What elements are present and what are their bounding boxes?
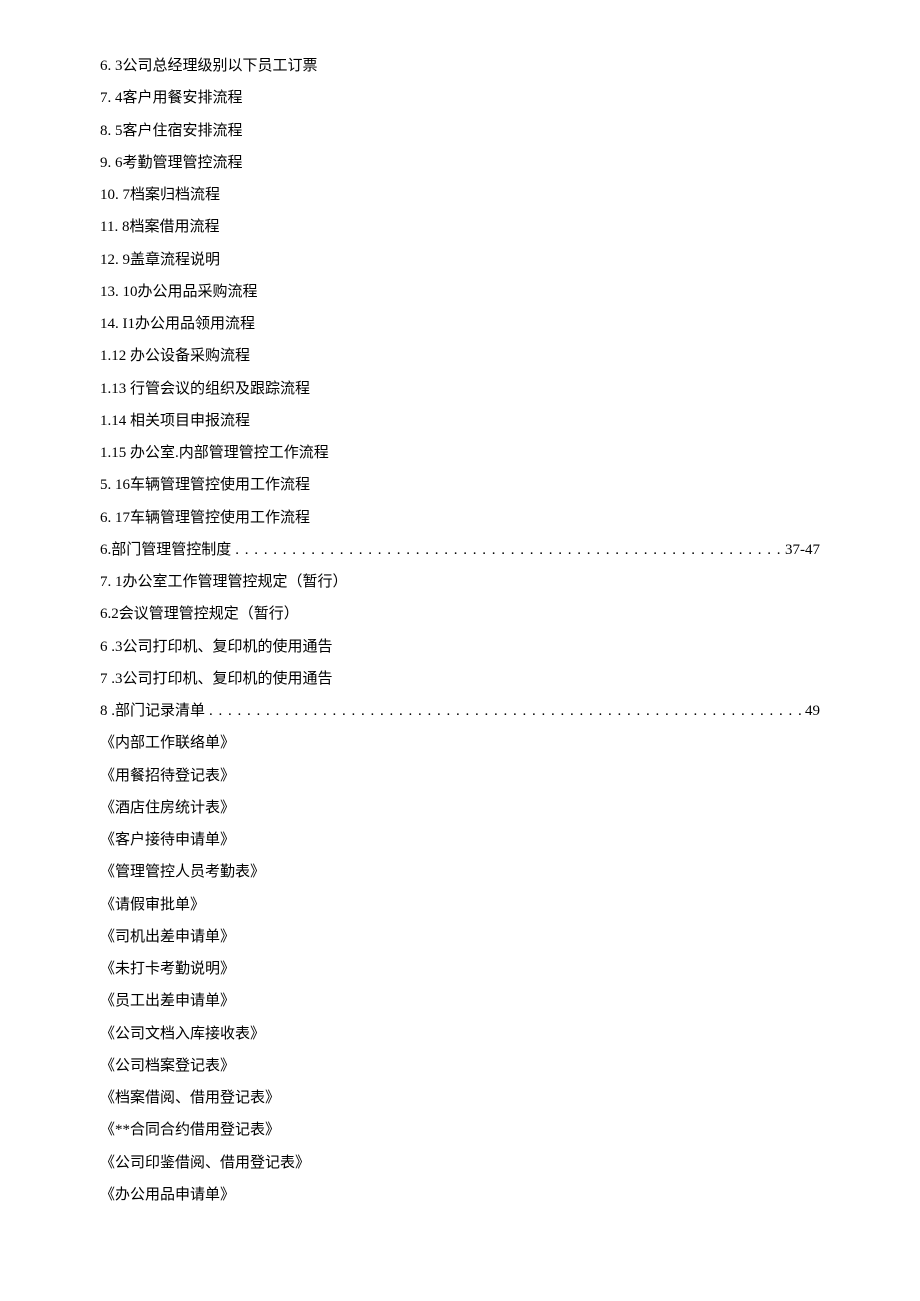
toc-page-ref: 49 <box>805 695 820 727</box>
toc-line: 《酒店住房统计表》 <box>100 792 820 824</box>
dot-leader <box>205 695 805 727</box>
toc-line: 9. 6考勤管理管控流程 <box>100 147 820 179</box>
toc-line: 《公司档案登记表》 <box>100 1050 820 1082</box>
toc-line: 13. 10办公用品采购流程 <box>100 276 820 308</box>
toc-line: 10. 7档案归档流程 <box>100 179 820 211</box>
toc-line: 14. I1办公用品领用流程 <box>100 308 820 340</box>
toc-line: 《公司文档入库接收表》 <box>100 1018 820 1050</box>
toc-line: 《管理管控人员考勤表》 <box>100 856 820 888</box>
toc-line: 《司机出差申请单》 <box>100 921 820 953</box>
toc-line: 6. 17车辆管理管控使用工作流程 <box>100 502 820 534</box>
toc-line: 《未打卡考勤说明》 <box>100 953 820 985</box>
document-content: 6. 3公司总经理级别以下员工订票7. 4客户用餐安排流程8. 5客户住宿安排流… <box>100 50 820 1211</box>
toc-line: 11. 8档案借用流程 <box>100 211 820 243</box>
toc-line: 7. 1办公室工作管理管控规定（暂行） <box>100 566 820 598</box>
toc-line: 7. 4客户用餐安排流程 <box>100 82 820 114</box>
toc-line: 12. 9盖章流程说明 <box>100 244 820 276</box>
toc-line: 1.14 相关项目申报流程 <box>100 405 820 437</box>
toc-line: 6 .3公司打印机、复印机的使用通告 <box>100 631 820 663</box>
dot-leader <box>231 534 785 566</box>
toc-entry-text: 6.部门管理管控制度 <box>100 534 231 566</box>
toc-line: 《办公用品申请单》 <box>100 1179 820 1211</box>
toc-line: 1.15 办公室.内部管理管控工作流程 <box>100 437 820 469</box>
toc-line: 《公司印鉴借阅、借用登记表》 <box>100 1147 820 1179</box>
toc-line: 7 .3公司打印机、复印机的使用通告 <box>100 663 820 695</box>
toc-line: 《**合同合约借用登记表》 <box>100 1114 820 1146</box>
toc-line: 5. 16车辆管理管控使用工作流程 <box>100 469 820 501</box>
toc-line: 《客户接待申请单》 <box>100 824 820 856</box>
toc-line: 《内部工作联络单》 <box>100 727 820 759</box>
toc-line: 8. 5客户住宿安排流程 <box>100 115 820 147</box>
toc-line: 1.12 办公设备采购流程 <box>100 340 820 372</box>
toc-page-ref: 37-47 <box>785 534 820 566</box>
toc-line: 6.2会议管理管控规定（暂行） <box>100 598 820 630</box>
toc-line: 《员工出差申请单》 <box>100 985 820 1017</box>
toc-line: 1.13 行管会议的组织及跟踪流程 <box>100 373 820 405</box>
toc-line: 6. 3公司总经理级别以下员工订票 <box>100 50 820 82</box>
toc-line-dotted: 6.部门管理管控制度 37-47 <box>100 534 820 566</box>
toc-line: 《用餐招待登记表》 <box>100 760 820 792</box>
toc-line: 《档案借阅、借用登记表》 <box>100 1082 820 1114</box>
toc-line-dotted: 8 .部门记录清单 49 <box>100 695 820 727</box>
toc-line: 《请假审批单》 <box>100 889 820 921</box>
toc-entry-text: 8 .部门记录清单 <box>100 695 205 727</box>
